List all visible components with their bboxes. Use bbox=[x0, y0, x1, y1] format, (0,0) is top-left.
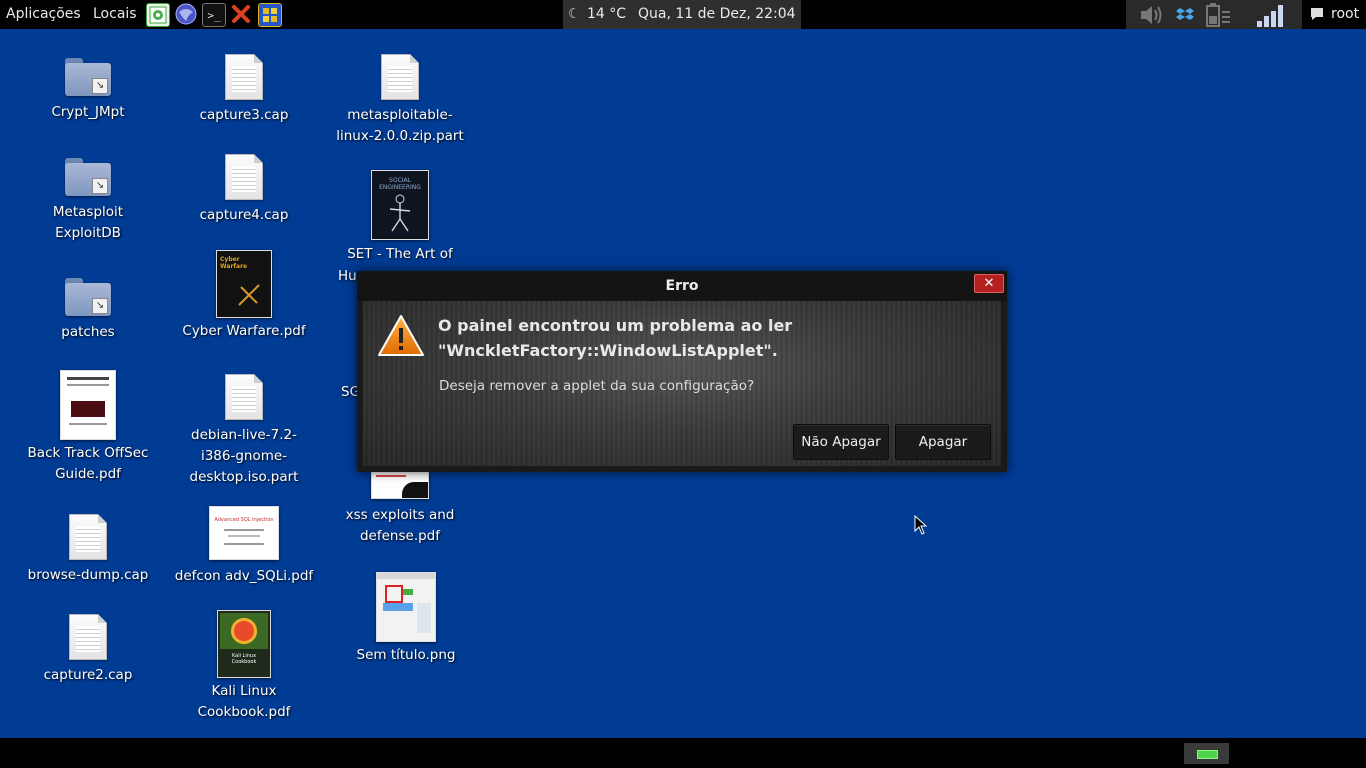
browser-globe-icon[interactable] bbox=[175, 3, 197, 25]
pdf-thumbnail-icon: Kali Linux Cookbook bbox=[217, 610, 271, 678]
desktop-pdf-defcon[interactable]: Advanced SQL Injection defcon adv_SQLi.p… bbox=[174, 506, 314, 587]
top-panel: Aplicações Locais >_ ☾ 14 °C Qua, 11 de … bbox=[0, 0, 1366, 29]
dialog-primary-line1: O painel encontrou um problema ao ler bbox=[438, 316, 793, 335]
weather-temp: 14 °C bbox=[587, 6, 627, 22]
terminal-icon[interactable]: >_ bbox=[202, 3, 226, 27]
desktop-item-label: capture2.cap bbox=[43, 667, 133, 683]
chat-icon[interactable] bbox=[1309, 6, 1325, 26]
desktop-file-capture2[interactable]: capture2.cap bbox=[18, 614, 158, 686]
image-thumbnail-icon bbox=[376, 572, 436, 642]
image-viewer-icon[interactable] bbox=[146, 3, 170, 27]
desktop-file-capture3[interactable]: capture3.cap bbox=[174, 54, 314, 126]
close-button[interactable]: ✕ bbox=[974, 274, 1004, 293]
date-time: Qua, 11 de Dez, 22:04 bbox=[638, 6, 796, 22]
desktop-folder-metasploit[interactable]: ↘ Metasploit ExploitDB bbox=[18, 158, 158, 244]
pdf-thumbnail-icon bbox=[371, 472, 429, 499]
mouse-cursor-icon bbox=[914, 514, 928, 539]
desktop-file-capture4[interactable]: capture4.cap bbox=[174, 154, 314, 226]
network-signal-icon[interactable] bbox=[1256, 2, 1288, 28]
workspace-switcher[interactable] bbox=[1184, 743, 1229, 764]
pdf-thumbnail-title: Kali Linux Cookbook bbox=[231, 653, 257, 665]
desktop-item-label: Sem título.png bbox=[356, 647, 456, 663]
clock-applet[interactable]: ☾ 14 °C Qua, 11 de Dez, 22:04 bbox=[563, 0, 801, 29]
dialog-secondary-text: Deseja remover a applet da sua configura… bbox=[439, 378, 755, 394]
desktop-item-label: Metasploit ExploitDB bbox=[52, 204, 124, 241]
desktop-item-label: Cyber Warfare.pdf bbox=[182, 323, 306, 339]
dropbox-icon[interactable] bbox=[1176, 2, 1194, 28]
puzzle-icon[interactable] bbox=[258, 3, 282, 27]
places-menu[interactable]: Locais bbox=[93, 0, 137, 29]
user-menu[interactable]: root bbox=[1331, 0, 1359, 29]
bottom-panel bbox=[0, 738, 1366, 768]
desktop-item-label: SET - The Art of bbox=[347, 246, 453, 262]
warning-icon bbox=[377, 314, 425, 362]
dont-delete-button[interactable]: Não Apagar bbox=[793, 424, 889, 460]
delete-button[interactable]: Apagar bbox=[895, 424, 991, 460]
desktop-item-label: defcon adv_SQLi.pdf bbox=[174, 568, 314, 584]
desktop-file-browse-dump[interactable]: browse-dump.cap bbox=[18, 514, 158, 586]
dialog-primary-text: O painel encontrou um problema ao ler "W… bbox=[438, 313, 958, 363]
desktop-folder-crypt[interactable]: ↘ Crypt_JMpt bbox=[18, 58, 158, 123]
pdf-thumbnail-icon: SOCIAL ENGINEERING bbox=[371, 170, 429, 240]
desktop-file-debian-live[interactable]: debian-live-7.2-i386-gnome-desktop.iso.p… bbox=[174, 374, 314, 488]
desktop-item-label: metasploitable-linux-2.0.0.zip.part bbox=[336, 107, 464, 144]
close-icon: ✕ bbox=[983, 276, 995, 291]
desktop-item-label: Crypt_JMpt bbox=[51, 104, 125, 120]
desktop-item-label: browse-dump.cap bbox=[27, 567, 149, 583]
desktop-pdf-set[interactable]: SOCIAL ENGINEERING SET - The Art of Hu bbox=[330, 170, 470, 284]
pdf-thumbnail-title: Advanced SQL Injection bbox=[214, 517, 274, 523]
error-dialog: Erro ✕ O painel encontrou um problema ao… bbox=[357, 271, 1007, 472]
dialog-body: O painel encontrou um problema ao ler "W… bbox=[363, 301, 1001, 466]
dialog-title[interactable]: Erro bbox=[357, 271, 1007, 301]
document-icon bbox=[225, 54, 263, 100]
folder-icon: ↘ bbox=[65, 158, 111, 196]
desktop-pdf-xss[interactable]: xss exploits and defense.pdf bbox=[330, 472, 470, 547]
desktop-item-label: Back Track OffSec Guide.pdf bbox=[27, 445, 149, 482]
applications-menu[interactable]: Aplicações bbox=[6, 0, 81, 29]
battery-icon[interactable] bbox=[1204, 2, 1232, 28]
folder-icon: ↘ bbox=[65, 58, 111, 96]
pdf-thumbnail-icon bbox=[60, 370, 116, 440]
document-icon bbox=[69, 514, 107, 560]
pdf-thumbnail-title: Cyber Warfare bbox=[220, 256, 248, 270]
desktop-file-metasploitable[interactable]: metasploitable-linux-2.0.0.zip.part bbox=[330, 54, 470, 147]
desktop-item-label: capture3.cap bbox=[199, 107, 289, 123]
desktop-item-label: patches bbox=[61, 324, 115, 340]
pdf-thumbnail-icon: Advanced SQL Injection bbox=[209, 506, 279, 560]
desktop-item-label: Kali Linux Cookbook.pdf bbox=[197, 683, 291, 720]
folder-icon: ↘ bbox=[65, 278, 111, 316]
desktop-pdf-cyber-warfare[interactable]: Cyber Warfare Cyber Warfare.pdf bbox=[174, 250, 314, 342]
pdf-thumbnail-icon: Cyber Warfare bbox=[216, 250, 272, 318]
document-icon bbox=[381, 54, 419, 100]
document-icon bbox=[225, 154, 263, 200]
workspace-1[interactable] bbox=[1197, 750, 1218, 759]
desktop-png-sem-titulo[interactable]: Sem título.png bbox=[336, 572, 476, 666]
desktop-item-label: capture4.cap bbox=[199, 207, 289, 223]
desktop-folder-patches[interactable]: ↘ patches bbox=[18, 278, 158, 343]
weather-icon: ☾ bbox=[568, 6, 581, 22]
desktop-item-label: debian-live-7.2-i386-gnome-desktop.iso.p… bbox=[189, 427, 299, 485]
desktop-item-label: xss exploits and defense.pdf bbox=[345, 507, 455, 544]
volume-icon[interactable] bbox=[1138, 2, 1166, 28]
document-icon bbox=[225, 374, 263, 420]
desktop-pdf-kali-cookbook[interactable]: Kali Linux Cookbook Kali Linux Cookbook.… bbox=[174, 610, 314, 723]
document-icon bbox=[69, 614, 107, 660]
desktop-pdf-backtrack[interactable]: Back Track OffSec Guide.pdf bbox=[18, 370, 158, 485]
pdf-thumbnail-title: SOCIAL ENGINEERING bbox=[379, 177, 421, 191]
close-x-icon[interactable] bbox=[230, 3, 252, 25]
dialog-primary-line2: "WnckletFactory::WindowListApplet". bbox=[438, 341, 778, 360]
